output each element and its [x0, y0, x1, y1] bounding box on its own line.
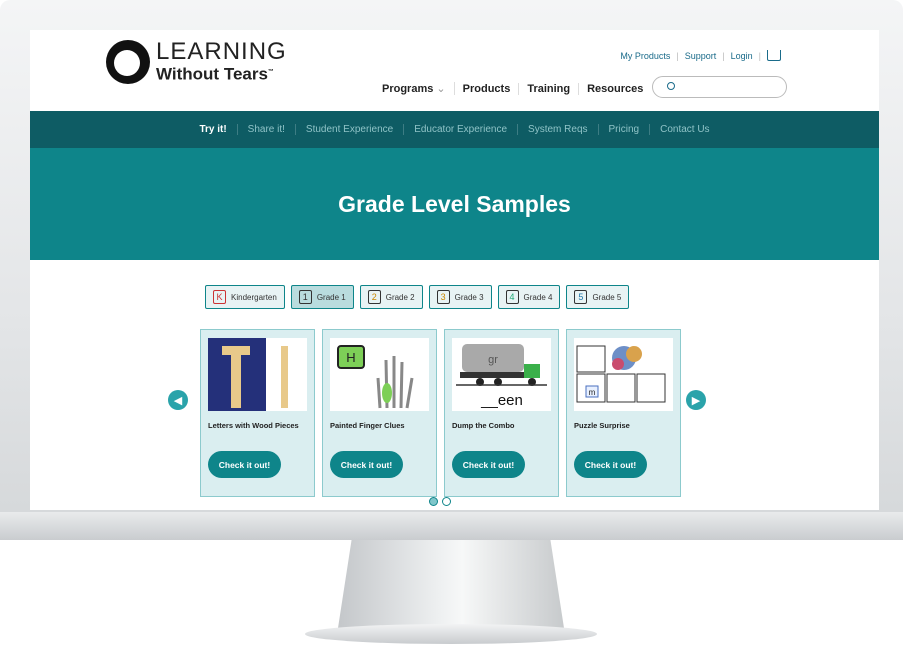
- utility-links: My Products | Support | Login |: [620, 50, 781, 61]
- nav-programs[interactable]: Programs ⌄: [374, 82, 455, 95]
- wood-letters-illustration: [208, 338, 288, 411]
- card-dump-combo[interactable]: gr __een Dump the Combo Check it out!: [444, 329, 559, 497]
- carousel-dot-2[interactable]: [442, 497, 451, 506]
- card-puzzle-surprise[interactable]: m Puzzle Surprise Check it out!: [566, 329, 681, 497]
- search-input[interactable]: [652, 76, 787, 98]
- tab-grade-3[interactable]: 3 Grade 3: [428, 285, 492, 309]
- tab-label: Kindergarten: [231, 292, 277, 302]
- grade-1-icon: 1: [298, 290, 312, 304]
- card-thumbnail: gr __een: [452, 338, 551, 411]
- subnav-try-it[interactable]: Try it!: [189, 124, 238, 135]
- hero-banner: Grade Level Samples: [30, 148, 879, 260]
- subnav-pricing[interactable]: Pricing: [599, 124, 651, 135]
- carousel-dots: [429, 497, 451, 506]
- tab-label: Grade 2: [385, 292, 415, 302]
- search-icon: [667, 82, 675, 90]
- card-painted-finger[interactable]: H Painted Finger Clues Check it out!: [322, 329, 437, 497]
- grade-5-icon: 5: [574, 290, 588, 304]
- subnav-educator-experience[interactable]: Educator Experience: [404, 124, 519, 135]
- logo-face-icon: [106, 40, 150, 84]
- monitor-stand: [338, 540, 564, 628]
- word-blank: __een: [480, 392, 523, 409]
- card-thumbnail: H: [330, 338, 429, 411]
- cart-icon[interactable]: [767, 50, 781, 61]
- puzzle-letter: m: [589, 388, 596, 397]
- nav-products[interactable]: Products: [455, 82, 520, 95]
- chevron-left-icon: ◀: [173, 394, 183, 407]
- dump-truck-illustration: gr __een: [456, 344, 547, 409]
- card-thumbnail: m: [574, 338, 673, 411]
- subnav-contact-us[interactable]: Contact Us: [650, 124, 719, 135]
- check-it-out-button[interactable]: Check it out!: [574, 451, 647, 478]
- logo-line1: LEARNING: [156, 37, 287, 65]
- tab-grade-1[interactable]: 1 Grade 1: [290, 285, 354, 309]
- grade-3-icon: 3: [436, 290, 450, 304]
- page-title: Grade Level Samples: [338, 190, 571, 217]
- link-my-products[interactable]: My Products: [620, 51, 670, 61]
- card-title: Painted Finger Clues: [330, 421, 405, 430]
- logo[interactable]: LEARNING Without Tears™: [106, 37, 287, 84]
- monitor-bezel: [0, 512, 903, 540]
- tab-label: Grade 4: [523, 292, 553, 302]
- subnav-share-it[interactable]: Share it!: [238, 124, 296, 135]
- link-login[interactable]: Login: [731, 51, 753, 61]
- grade-2-icon: 2: [367, 290, 381, 304]
- check-it-out-button[interactable]: Check it out!: [452, 451, 525, 478]
- tab-grade-2[interactable]: 2 Grade 2: [359, 285, 423, 309]
- tab-label: Grade 5: [592, 292, 622, 302]
- subnav-student-experience[interactable]: Student Experience: [296, 124, 405, 135]
- grade-tabs: K Kindergarten 1 Grade 1 2 Grade 2 3 Grade 3…: [205, 285, 630, 309]
- tab-kindergarten[interactable]: K Kindergarten: [205, 285, 285, 309]
- link-support[interactable]: Support: [685, 51, 717, 61]
- tab-label: Grade 3: [454, 292, 484, 302]
- browser-screen: LEARNING Without Tears™ My Products | Sup…: [30, 30, 879, 510]
- card-title: Puzzle Surprise: [574, 421, 630, 430]
- check-it-out-button[interactable]: Check it out!: [330, 451, 403, 478]
- chevron-down-icon: ⌄: [436, 83, 446, 95]
- check-it-out-button[interactable]: Check it out!: [208, 451, 281, 478]
- carousel-next-button[interactable]: ▶: [686, 390, 706, 410]
- grade-4-icon: 4: [505, 290, 519, 304]
- puzzle-illustration: m: [576, 345, 666, 403]
- nav-training[interactable]: Training: [519, 82, 580, 95]
- chevron-right-icon: ▶: [691, 394, 701, 407]
- monitor-base: [305, 624, 597, 644]
- tile-letter: H: [346, 350, 355, 365]
- sample-cards: Letters with Wood Pieces Check it out! H…: [200, 329, 681, 497]
- tab-grade-5[interactable]: 5 Grade 5: [566, 285, 630, 309]
- carousel-dot-1[interactable]: [429, 497, 438, 506]
- card-thumbnail: [208, 338, 307, 411]
- grade-k-icon: K: [213, 290, 226, 304]
- subnav-system-reqs[interactable]: System Reqs: [518, 124, 599, 135]
- truck-label: gr: [488, 354, 498, 366]
- nav-resources[interactable]: Resources: [579, 83, 651, 95]
- sub-nav: Try it! Share it! Student Experience Edu…: [30, 111, 879, 148]
- card-title: Letters with Wood Pieces: [208, 421, 299, 430]
- logo-line2: Without Tears™: [156, 64, 274, 84]
- finger-clues-illustration: H: [337, 345, 414, 409]
- carousel-prev-button[interactable]: ◀: [168, 390, 188, 410]
- main-nav: Programs ⌄ Products Training Resources: [374, 82, 651, 95]
- tab-label: Grade 1: [316, 292, 346, 302]
- card-letters-wood[interactable]: Letters with Wood Pieces Check it out!: [200, 329, 315, 497]
- tab-grade-4[interactable]: 4 Grade 4: [497, 285, 561, 309]
- card-title: Dump the Combo: [452, 421, 515, 430]
